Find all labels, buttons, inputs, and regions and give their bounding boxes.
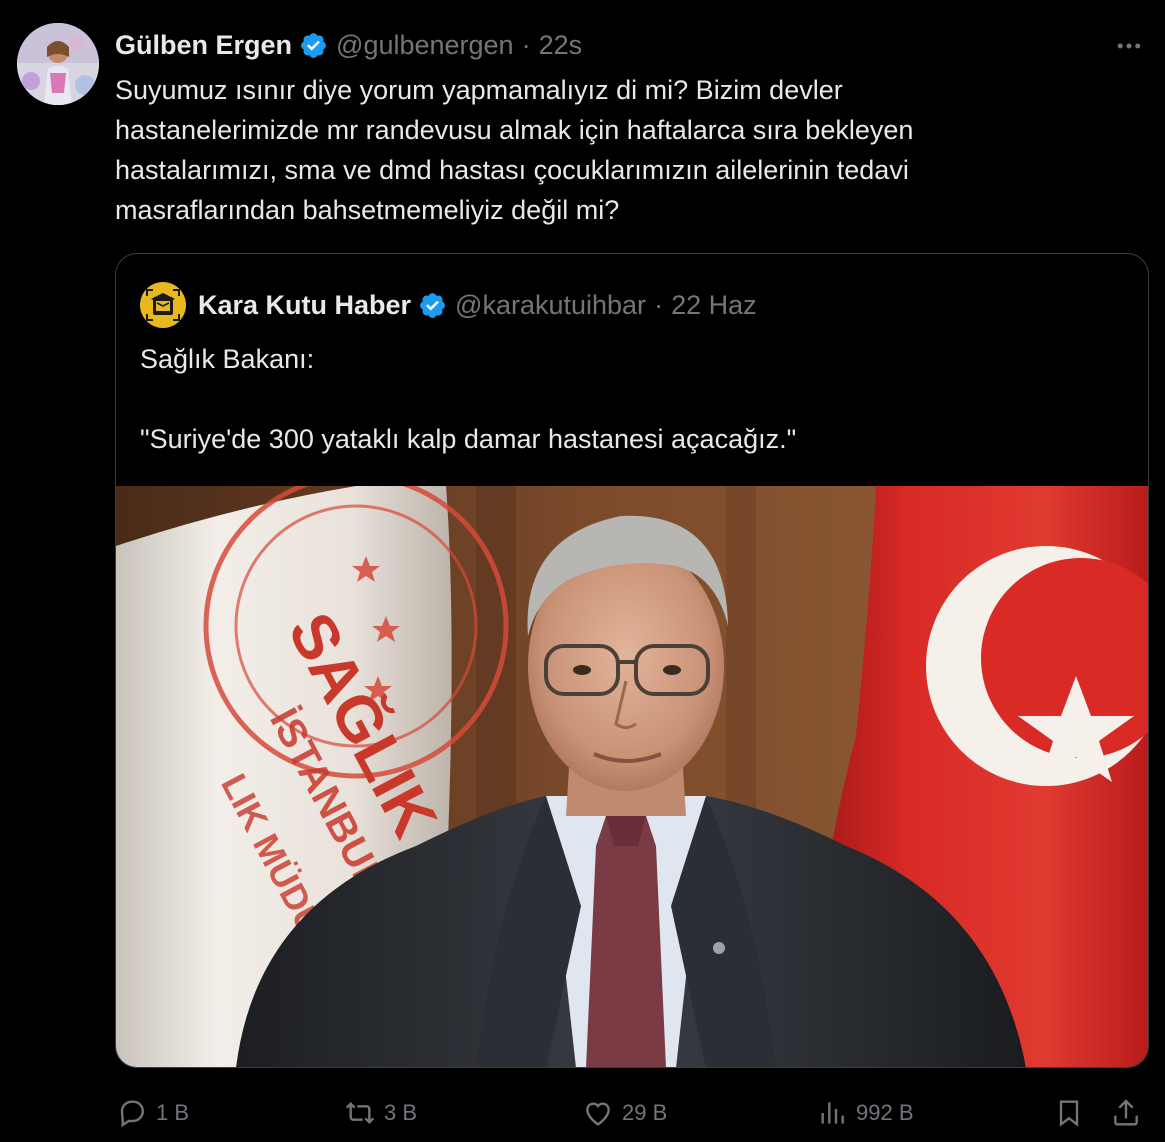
tweet-time[interactable]: 22s	[539, 30, 583, 61]
retweet-icon	[344, 1097, 384, 1129]
tweet[interactable]: Gülben Ergen @gulbenergen · 22s Suyumuz …	[0, 0, 1165, 1142]
verified-badge-icon[interactable]	[418, 291, 447, 320]
header-separator: ·	[521, 29, 531, 60]
share-icon	[1110, 1097, 1142, 1129]
tweet-text-line: Suyumuz ısınır diye yorum yapmamalıyız d…	[115, 75, 843, 105]
tweet-actions: 1 B 3 B 29 B 992 B	[0, 1090, 1165, 1136]
tweet-text: Suyumuz ısınır diye yorum yapmamalıyız d…	[115, 70, 1135, 230]
reply-count: 1 B	[156, 1100, 190, 1125]
share-button[interactable]	[1110, 1090, 1142, 1136]
quoted-tweet-time[interactable]: 22 Haz	[671, 290, 757, 321]
tweet-text-line: masraflarından bahsetmemeliyiz değil mi?	[115, 195, 620, 225]
quoted-tweet-photo[interactable]: SAĞLIK BA İSTANBUL LIK MÜDÜR	[116, 486, 1148, 1067]
author-handle[interactable]: @gulbenergen	[336, 30, 514, 61]
quoted-header-separator: ·	[654, 289, 664, 320]
quoted-author-handle[interactable]: @karakutuihbar	[455, 290, 646, 321]
quoted-tweet-text: Sağlık Bakanı: "Suriye'de 300 yataklı ka…	[140, 339, 1120, 459]
author-avatar[interactable]	[17, 23, 99, 105]
verified-badge-icon[interactable]	[299, 31, 328, 60]
heart-icon	[582, 1097, 622, 1129]
views-count: 992 B	[856, 1100, 914, 1125]
tweet-text-line: hastanelerimizde mr randevusu almak için…	[115, 115, 914, 145]
quoted-author-name[interactable]: Kara Kutu Haber	[198, 290, 411, 321]
views-icon	[816, 1097, 856, 1129]
quoted-tweet[interactable]: Kara Kutu Haber @karakutuihbar · 22 Haz …	[115, 253, 1149, 1068]
author-name[interactable]: Gülben Ergen	[115, 30, 292, 61]
bookmark-button[interactable]	[1053, 1090, 1085, 1136]
bookmark-icon	[1053, 1097, 1085, 1129]
views-button[interactable]: 992 B	[816, 1090, 914, 1136]
tweet-text-line: hastalarımızı, sma ve dmd hastası çocukl…	[115, 155, 909, 185]
like-button[interactable]: 29 B	[582, 1090, 667, 1136]
quoted-text-line: Sağlık Bakanı:	[140, 344, 315, 374]
like-count: 29 B	[622, 1100, 668, 1125]
retweet-button[interactable]: 3 B	[344, 1090, 417, 1136]
reply-icon	[116, 1097, 156, 1129]
tweet-header: Gülben Ergen @gulbenergen · 22s	[115, 26, 582, 64]
reply-button[interactable]: 1 B	[116, 1090, 189, 1136]
quoted-tweet-header: Kara Kutu Haber @karakutuihbar · 22 Haz	[140, 282, 757, 328]
retweet-count: 3 B	[384, 1100, 418, 1125]
quoted-author-avatar[interactable]	[140, 282, 186, 328]
quoted-text-line: "Suriye'de 300 yataklı kalp damar hastan…	[140, 424, 797, 454]
more-icon[interactable]	[1113, 30, 1145, 62]
